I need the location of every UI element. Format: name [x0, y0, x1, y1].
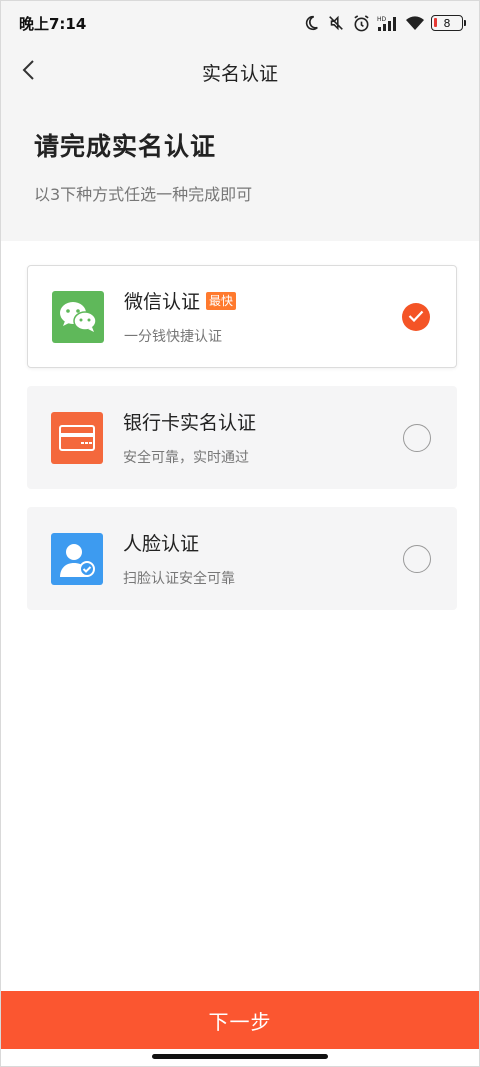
- option-text: 微信认证 最快 一分钱快捷认证: [124, 287, 237, 346]
- header-title: 请完成实名认证: [34, 132, 217, 161]
- header-subtitle: 以3下种方式任选一种完成即可: [34, 185, 253, 204]
- status-time: 晚上7:14: [19, 14, 87, 33]
- option-title-row: 银行卡实名认证: [123, 408, 256, 435]
- option-desc: 扫脸认证安全可靠: [123, 571, 235, 587]
- mute-icon: [326, 14, 346, 32]
- home-indicator[interactable]: [152, 1054, 328, 1059]
- option-desc: 安全可靠，实时通过: [123, 450, 249, 466]
- option-title: 微信认证: [124, 291, 201, 313]
- option-desc: 一分钱快捷认证: [124, 329, 222, 345]
- chevron-left-icon: [22, 59, 36, 85]
- page-title: 实名认证: [201, 62, 278, 85]
- option-title: 银行卡实名认证: [123, 412, 257, 434]
- status-icons: HD 8: [302, 14, 466, 33]
- option-face-verify[interactable]: 人脸认证 扫脸认证安全可靠: [27, 507, 457, 610]
- header-section: 请完成实名认证 以3下种方式任选一种完成即可: [1, 99, 479, 241]
- battery-level: 8: [443, 16, 451, 30]
- status-bar: 晚上7:14 HD 8: [1, 1, 479, 45]
- battery-icon: 8: [431, 15, 466, 31]
- hd-signal-icon: HD: [377, 15, 399, 32]
- back-button[interactable]: [13, 56, 45, 88]
- option-title-row: 人脸认证: [123, 529, 235, 556]
- app-screen: 晚上7:14 HD 8 实名认证 请完成实名认证 以3下种方式任选一种完成即可 …: [0, 0, 480, 1067]
- wifi-icon: [405, 15, 425, 31]
- option-title: 人脸认证: [123, 533, 200, 555]
- option-title-row: 微信认证 最快: [124, 287, 237, 314]
- fastest-badge: 最快: [206, 291, 237, 310]
- wechat-icon: [52, 290, 104, 343]
- option-bank-card[interactable]: 银行卡实名认证 安全可靠，实时通过: [27, 386, 457, 489]
- face-verify-icon: [51, 532, 103, 585]
- radio-unchecked[interactable]: [403, 423, 431, 452]
- radio-checked[interactable]: [402, 302, 430, 331]
- option-text: 银行卡实名认证 安全可靠，实时通过: [123, 408, 256, 467]
- nav-bar: 实名认证: [1, 45, 479, 99]
- moon-icon: [302, 14, 320, 32]
- option-text: 人脸认证 扫脸认证安全可靠: [123, 529, 235, 588]
- verification-options: 微信认证 最快 一分钱快捷认证 银行卡实名认证 安全可靠，实时通过 人脸认证 扫…: [27, 265, 457, 628]
- option-wechat[interactable]: 微信认证 最快 一分钱快捷认证: [27, 265, 457, 368]
- radio-unchecked[interactable]: [403, 544, 431, 573]
- next-step-button[interactable]: 下一步: [1, 991, 479, 1049]
- svg-text:HD: HD: [377, 16, 387, 23]
- checkmark-icon: [408, 307, 424, 326]
- bank-card-icon: [51, 411, 103, 464]
- alarm-icon: [352, 14, 371, 33]
